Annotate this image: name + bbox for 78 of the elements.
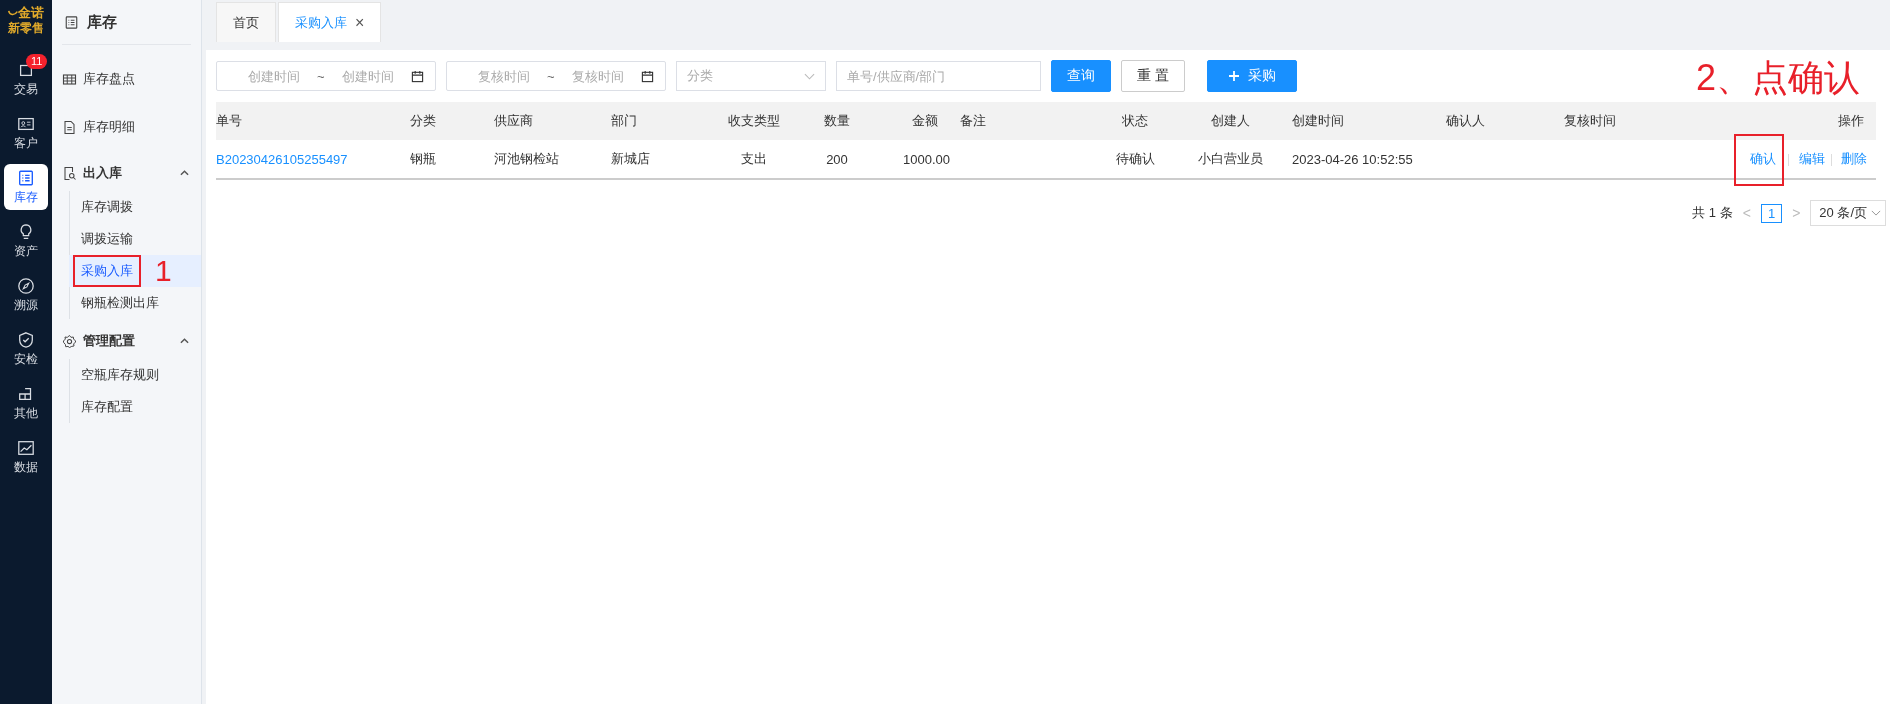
rail-item[interactable]: 溯源 bbox=[4, 272, 48, 318]
page-tab[interactable]: 首页 bbox=[216, 2, 276, 42]
table-cell: 新城店 bbox=[611, 151, 650, 166]
total-count: 共 1 条 bbox=[1692, 204, 1733, 222]
rail-item[interactable]: 数据 bbox=[4, 434, 48, 480]
range-separator: ~ bbox=[317, 68, 325, 84]
date-range-field[interactable]: 创建时间 ~ 创建时间 bbox=[216, 61, 436, 91]
page-tab[interactable]: 采购入库 × bbox=[278, 2, 382, 42]
brand-subtitle: 新零售 bbox=[8, 20, 44, 36]
list-icon bbox=[17, 168, 35, 187]
column-header: 状态 bbox=[1122, 113, 1148, 128]
column-header: 单号 bbox=[216, 113, 242, 128]
date-range-field[interactable]: 复核时间 ~ 复核时间 bbox=[446, 61, 666, 91]
menu-item[interactable]: 库存盘点 bbox=[62, 55, 201, 103]
shield-icon bbox=[17, 330, 35, 349]
column-header: 创建时间 bbox=[1292, 113, 1344, 128]
step-instruction: 2、点确认 bbox=[1695, 56, 1860, 100]
calendar-icon bbox=[410, 69, 424, 83]
calendar-icon bbox=[640, 69, 654, 83]
submenu-item[interactable]: 库存调拨 bbox=[81, 198, 133, 216]
rail-item[interactable]: 资产 bbox=[4, 218, 48, 264]
table-cell: 河池钢检站 bbox=[494, 151, 559, 166]
table-cell: 待确认 bbox=[1115, 151, 1155, 166]
range-separator: ~ bbox=[547, 68, 555, 84]
column-header: 确认人 bbox=[1445, 113, 1485, 128]
list-icon bbox=[64, 14, 79, 30]
settings-icon bbox=[62, 333, 77, 349]
column-header: 创建人 bbox=[1210, 113, 1250, 128]
close-icon[interactable]: × bbox=[355, 13, 365, 32]
count-badge: 11 bbox=[26, 54, 48, 69]
rail-item[interactable]: 其他 bbox=[4, 380, 48, 426]
submenu-item[interactable]: 采购入库 bbox=[81, 263, 133, 278]
column-header: 供应商 bbox=[494, 113, 533, 128]
document-search-icon bbox=[62, 165, 77, 181]
step-number: 1 bbox=[155, 255, 172, 287]
rail-item[interactable]: 安检 bbox=[4, 326, 48, 372]
plus-icon bbox=[1227, 70, 1240, 82]
chart-icon bbox=[17, 438, 35, 457]
date-input[interactable]: 复核时间 bbox=[467, 67, 541, 85]
chevron-icon bbox=[180, 338, 189, 344]
menu-group[interactable]: 出入库 bbox=[62, 155, 201, 191]
sidebar-title: 库存 bbox=[87, 12, 117, 32]
rail-item[interactable]: 库存 bbox=[4, 164, 48, 210]
date-input[interactable]: 创建时间 bbox=[330, 67, 405, 85]
reset-button[interactable]: 重 置 bbox=[1121, 60, 1185, 92]
grid-icon bbox=[62, 71, 77, 87]
table-cell: 1000.00 bbox=[903, 151, 950, 167]
table-cell: 钢瓶 bbox=[410, 151, 436, 166]
table-cell: 200 bbox=[826, 151, 848, 167]
table-cell: 支出 bbox=[741, 151, 767, 166]
chevron-down-icon bbox=[1871, 210, 1881, 216]
column-header: 收支类型 bbox=[728, 113, 780, 128]
column-header: 复核时间 bbox=[1564, 113, 1616, 128]
column-header: 分类 bbox=[410, 113, 436, 128]
column-header: 操作 bbox=[1838, 113, 1864, 128]
brand-logo: 金诺 bbox=[8, 6, 44, 20]
submenu-item[interactable]: 空瓶库存规则 bbox=[81, 366, 159, 384]
date-input[interactable]: 复核时间 bbox=[560, 67, 635, 85]
document-icon bbox=[62, 119, 77, 135]
submenu-item[interactable]: 钢瓶检测出库 bbox=[81, 294, 159, 312]
page-size-select[interactable]: 20 条/页 bbox=[1810, 200, 1886, 226]
chevron-down-icon bbox=[804, 72, 815, 80]
date-input[interactable]: 创建时间 bbox=[237, 67, 311, 85]
column-header: 数量 bbox=[824, 113, 850, 128]
compass-icon bbox=[17, 276, 35, 295]
menu-item[interactable]: 库存明细 bbox=[62, 103, 201, 151]
submenu-item[interactable]: 调拨运输 bbox=[81, 230, 133, 248]
table-cell: 小白营业员 bbox=[1197, 151, 1263, 166]
table-cell: 2023-04-26 10:52:55 bbox=[1292, 151, 1413, 167]
column-header: 备注 bbox=[960, 113, 986, 128]
column-header: 金额 bbox=[912, 113, 938, 128]
search-field[interactable]: 单号/供应商/部门 bbox=[836, 61, 1041, 91]
chevron-icon bbox=[180, 170, 189, 176]
menu-group[interactable]: 管理配置 bbox=[62, 323, 201, 359]
rail-item[interactable]: 交易 11 bbox=[4, 56, 48, 102]
rail-item[interactable]: 客户 bbox=[4, 110, 48, 156]
column-header: 部门 bbox=[611, 113, 637, 128]
submenu-item[interactable]: 库存配置 bbox=[81, 398, 133, 416]
